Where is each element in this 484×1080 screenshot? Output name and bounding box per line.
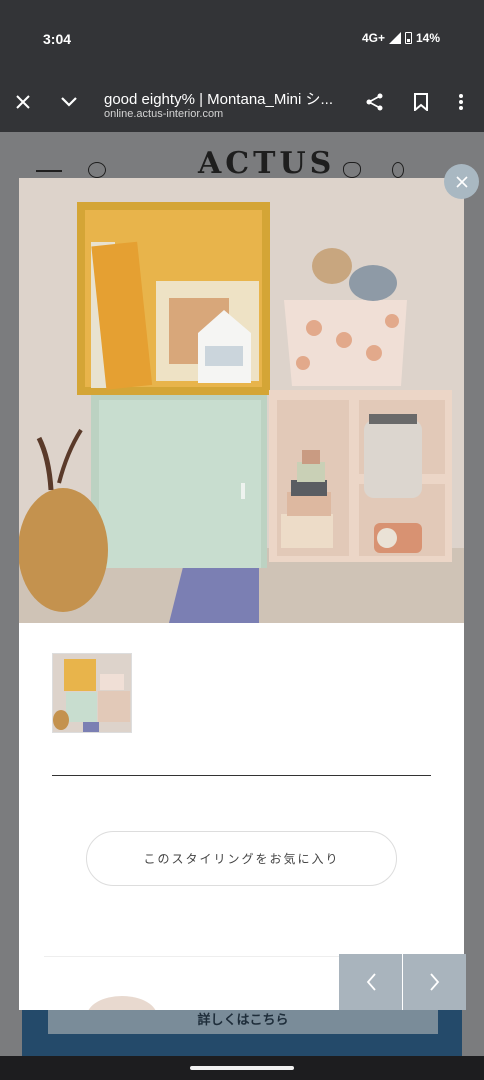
navigation-bar <box>0 1056 484 1080</box>
status-icons: 4G+ 14% <box>362 31 440 45</box>
browser-toolbar: good eighty% | Montana_Mini シ... online.… <box>0 78 484 132</box>
more-vert-icon[interactable] <box>447 88 475 116</box>
status-time: 3:04 <box>43 31 72 47</box>
close-icon <box>455 175 468 188</box>
share-icon[interactable] <box>361 88 389 116</box>
chevron-left-icon <box>366 973 376 991</box>
heart-icon <box>343 162 361 178</box>
screen: 3:04 4G+ 14% good eighty% | Montana_Mini… <box>0 0 484 1080</box>
avatar <box>87 996 157 1010</box>
battery-level: 14% <box>415 31 440 45</box>
chevron-right-icon <box>429 973 439 991</box>
section-divider <box>52 775 431 776</box>
next-button[interactable] <box>403 954 466 1010</box>
styling-modal: このスタイリングをお気に入り <box>19 178 464 1010</box>
hamburger-icon <box>36 170 62 172</box>
styling-photo <box>19 178 464 623</box>
home-indicator[interactable] <box>190 1066 294 1070</box>
styling-thumbnail[interactable] <box>52 653 132 733</box>
status-bar: 3:04 4G+ 14% <box>0 0 484 78</box>
bookmark-icon[interactable] <box>407 88 435 116</box>
search-icon <box>88 162 106 178</box>
close-icon[interactable] <box>9 88 37 116</box>
favorite-styling-button[interactable]: このスタイリングをお気に入り <box>86 831 397 886</box>
user-icon <box>392 162 404 178</box>
chevron-down-icon[interactable] <box>55 88 83 116</box>
battery-icon <box>404 32 412 44</box>
page-title: good eighty% | Montana_Mini シ... <box>104 91 334 108</box>
prev-button[interactable] <box>339 954 402 1010</box>
site-logo: ACTUS <box>198 146 336 181</box>
signal-icon <box>388 32 401 44</box>
network-type: 4G+ <box>361 31 385 45</box>
modal-close-button[interactable] <box>444 164 479 199</box>
page-url: online.actus-interior.com <box>104 108 224 120</box>
